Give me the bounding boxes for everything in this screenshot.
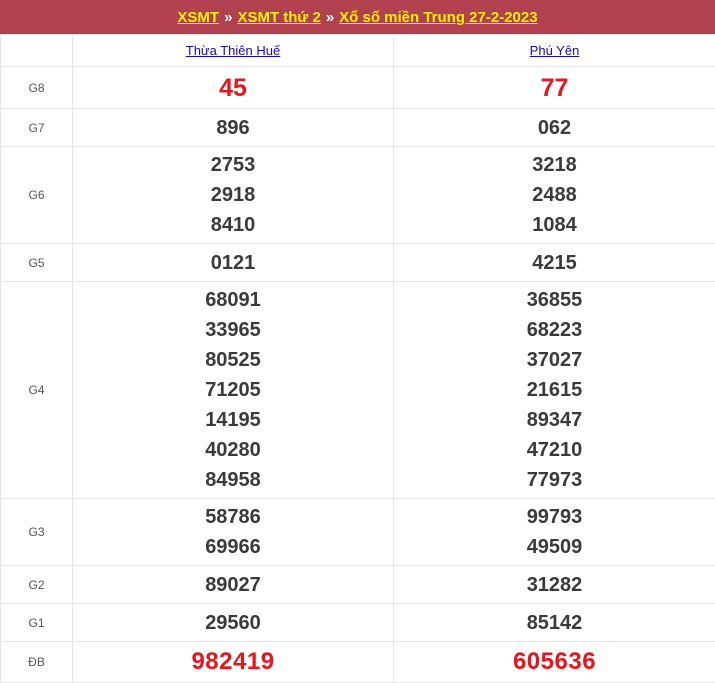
prize-cell: 58786 69966 — [73, 499, 394, 566]
prize-label: G7 — [1, 109, 73, 147]
breadcrumb-xsmt[interactable]: XSMT — [177, 9, 219, 26]
prize-number: 80525 — [73, 345, 393, 375]
prize-row-g4: G4 68091 33965 80525 71205 14195 40280 8… — [1, 282, 715, 499]
prize-label: G1 — [1, 604, 73, 642]
prize-cell: 85142 — [394, 604, 715, 642]
prize-cell: 29560 — [73, 604, 394, 642]
prize-number: 3218 — [394, 150, 715, 180]
results-table: Thừa Thiên Huế Phú Yên G8 45 77 G7 896 0… — [0, 34, 715, 683]
prize-cell: 31282 — [394, 566, 715, 604]
prize-cell: 77 — [394, 67, 715, 109]
prize-number: 89027 — [73, 570, 393, 600]
prize-cell: 4215 — [394, 244, 715, 282]
prize-row-g3: G3 58786 69966 99793 49509 — [1, 499, 715, 566]
prize-number: 21615 — [394, 375, 715, 405]
prize-number: 31282 — [394, 570, 715, 600]
prize-row-g2: G2 89027 31282 — [1, 566, 715, 604]
special-prize-number: 605636 — [394, 647, 715, 677]
prize-label: G3 — [1, 499, 73, 566]
special-prize-number: 982419 — [73, 647, 393, 677]
breadcrumb-separator: » — [224, 9, 232, 26]
prize-number: 4215 — [394, 248, 715, 278]
prize-number: 14195 — [73, 405, 393, 435]
prize-number: 84958 — [73, 465, 393, 495]
prize-cell: 0121 — [73, 244, 394, 282]
prize-label: G8 — [1, 67, 73, 109]
prize-cell: 605636 — [394, 642, 715, 683]
prize-number: 77 — [394, 73, 715, 103]
prize-number: 58786 — [73, 502, 393, 532]
prize-number: 85142 — [394, 608, 715, 638]
province-header-1: Thừa Thiên Huế — [73, 35, 394, 67]
corner-cell — [1, 35, 73, 67]
prize-row-g8: G8 45 77 — [1, 67, 715, 109]
prize-number: 77973 — [394, 465, 715, 495]
prize-cell: 68091 33965 80525 71205 14195 40280 8495… — [73, 282, 394, 499]
province-header-2: Phú Yên — [394, 35, 715, 67]
prize-cell: 982419 — [73, 642, 394, 683]
prize-cell: 896 — [73, 109, 394, 147]
prize-label: G4 — [1, 282, 73, 499]
prize-cell: 36855 68223 37027 21615 89347 47210 7797… — [394, 282, 715, 499]
province-link-thua-thien-hue[interactable]: Thừa Thiên Huế — [186, 43, 280, 58]
prize-number: 47210 — [394, 435, 715, 465]
province-header-row: Thừa Thiên Huế Phú Yên — [1, 35, 715, 67]
results-panel: XSMT » XSMT thứ 2 » Xổ số miền Trung 27-… — [0, 0, 715, 680]
prize-number: 68223 — [394, 315, 715, 345]
prize-number: 0121 — [73, 248, 393, 278]
title-bar: XSMT » XSMT thứ 2 » Xổ số miền Trung 27-… — [0, 0, 715, 34]
prize-number: 2753 — [73, 150, 393, 180]
prize-row-g7: G7 896 062 — [1, 109, 715, 147]
prize-number: 71205 — [73, 375, 393, 405]
prize-number: 49509 — [394, 532, 715, 562]
breadcrumb-current-draw[interactable]: Xổ số miền Trung 27-2-2023 — [339, 9, 537, 26]
prize-cell: 2753 2918 8410 — [73, 147, 394, 244]
prize-number: 1084 — [394, 210, 715, 240]
prize-number: 29560 — [73, 608, 393, 638]
prize-number: 37027 — [394, 345, 715, 375]
prize-number: 68091 — [73, 285, 393, 315]
prize-row-g5: G5 0121 4215 — [1, 244, 715, 282]
prize-number: 69966 — [73, 532, 393, 562]
prize-cell: 062 — [394, 109, 715, 147]
prize-label: G5 — [1, 244, 73, 282]
prize-cell: 3218 2488 1084 — [394, 147, 715, 244]
prize-number: 896 — [73, 113, 393, 143]
prize-number: 99793 — [394, 502, 715, 532]
prize-number: 36855 — [394, 285, 715, 315]
prize-number: 40280 — [73, 435, 393, 465]
prize-number: 33965 — [73, 315, 393, 345]
breadcrumb-xsmt-monday[interactable]: XSMT thứ 2 — [237, 9, 320, 26]
prize-number: 062 — [394, 113, 715, 143]
prize-number: 8410 — [73, 210, 393, 240]
prize-row-g1: G1 29560 85142 — [1, 604, 715, 642]
prize-cell: 89027 — [73, 566, 394, 604]
province-link-phu-yen[interactable]: Phú Yên — [530, 43, 580, 58]
prize-row-special: ĐB 982419 605636 — [1, 642, 715, 683]
prize-cell: 45 — [73, 67, 394, 109]
breadcrumb-separator: » — [326, 9, 334, 26]
prize-number: 45 — [73, 73, 393, 103]
prize-label: G2 — [1, 566, 73, 604]
prize-row-g6: G6 2753 2918 8410 3218 2488 1084 — [1, 147, 715, 244]
prize-cell: 99793 49509 — [394, 499, 715, 566]
prize-number: 2488 — [394, 180, 715, 210]
prize-label: ĐB — [1, 642, 73, 683]
prize-number: 2918 — [73, 180, 393, 210]
prize-number: 89347 — [394, 405, 715, 435]
prize-label: G6 — [1, 147, 73, 244]
